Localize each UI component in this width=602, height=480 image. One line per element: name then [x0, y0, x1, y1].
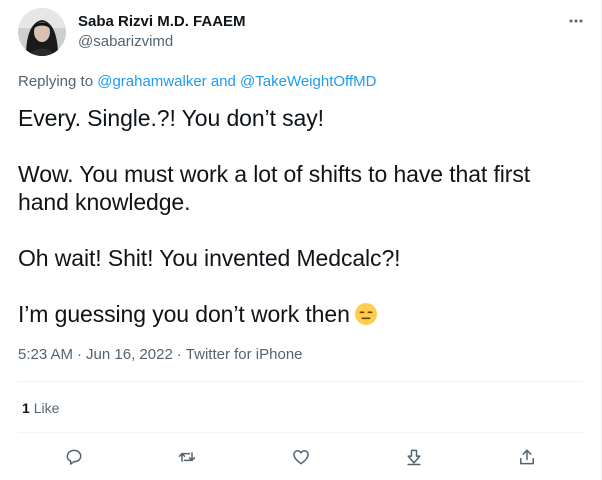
bookmark-button[interactable]: [402, 445, 426, 469]
tweet-text: Every. Single.?! You don’t say! Wow. You…: [18, 104, 584, 328]
retweet-button[interactable]: [175, 445, 199, 469]
meta-separator: ·: [176, 346, 182, 363]
tweet-paragraph: Oh wait! Shit! You invented Medcalc?!: [18, 245, 401, 271]
download-arrow-icon: [407, 449, 421, 466]
tweet-meta: 5:23 AM · Jun 16, 2022 · Twitter for iPhone: [18, 346, 303, 363]
tweet-paragraph-last: I’m guessing you don’t work then: [18, 300, 584, 328]
share-up-arrow-icon: [520, 449, 534, 465]
like-label: Like: [33, 400, 60, 416]
likes-count-link[interactable]: 1 Like: [22, 400, 59, 416]
share-button[interactable]: [515, 445, 539, 469]
tweet-date[interactable]: Jun 16, 2022: [86, 346, 173, 363]
like-button[interactable]: [289, 445, 313, 469]
like-count: 1: [22, 400, 30, 416]
heart-icon: [293, 450, 309, 465]
speech-bubble-icon: [66, 449, 82, 465]
mention-link-grahamwalker[interactable]: @grahamwalker: [97, 73, 206, 90]
more-options-button[interactable]: [565, 10, 587, 32]
divider: [18, 432, 583, 433]
tweet-paragraph: Every. Single.?! You don’t say!: [18, 105, 324, 131]
author-handle[interactable]: @sabarizvimd: [78, 33, 173, 50]
reply-context-prefix: Replying to: [18, 73, 94, 90]
tweet-client[interactable]: Twitter for iPhone: [186, 346, 303, 363]
expressionless-face-emoji-icon: [354, 303, 377, 325]
retweet-icon: [178, 452, 196, 462]
reply-context: Replying to @grahamwalker and @TakeWeigh…: [18, 73, 376, 90]
author-display-name[interactable]: Saba Rizvi M.D. FAAEM: [78, 13, 246, 30]
divider: [18, 381, 583, 382]
reply-context-and[interactable]: and: [211, 73, 236, 90]
avatar-image: [18, 8, 66, 56]
reply-button[interactable]: [62, 445, 86, 469]
tweet-paragraph: Wow. You must work a lot of shifts to ha…: [18, 161, 531, 215]
tweet-card: Saba Rizvi M.D. FAAEM @sabarizvimd Reply…: [0, 0, 602, 480]
meta-separator: ·: [77, 346, 83, 363]
avatar[interactable]: [18, 8, 66, 56]
mention-link-takeweightoffmd[interactable]: @TakeWeightOffMD: [240, 73, 376, 90]
tweet-time[interactable]: 5:23 AM: [18, 346, 73, 363]
tweet-paragraph-text: I’m guessing you don’t work then: [18, 301, 350, 327]
more-dots-icon: [569, 19, 583, 23]
